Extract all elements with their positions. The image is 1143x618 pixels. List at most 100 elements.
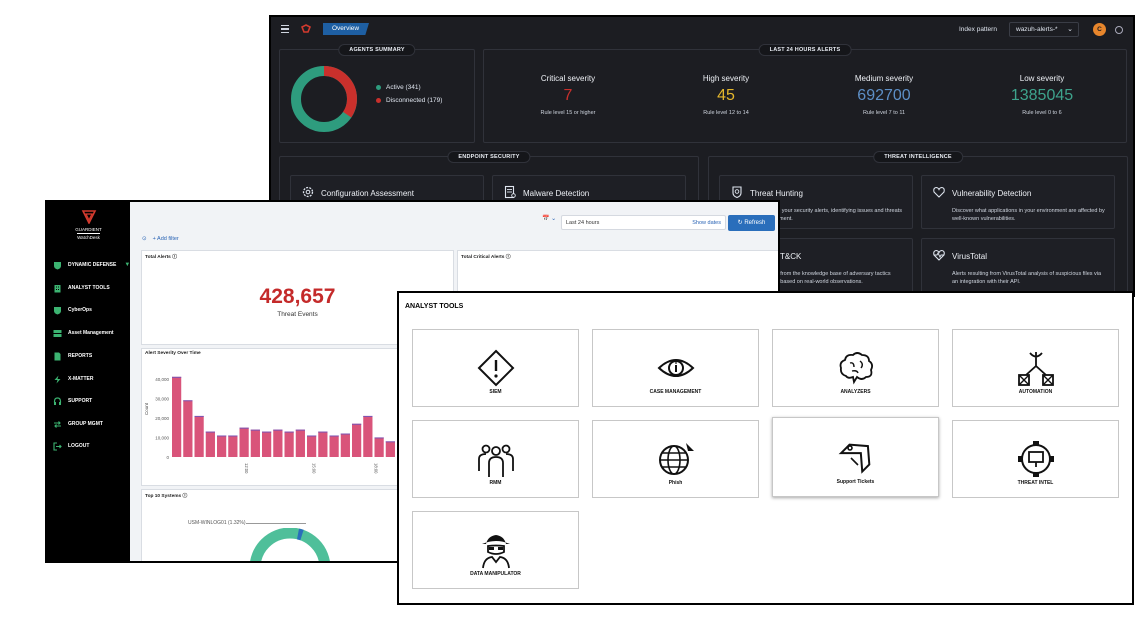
y-axis-label: Count	[144, 402, 149, 415]
legend-active-label: Active (341)	[386, 84, 421, 91]
y-tick-label: 0	[166, 455, 169, 460]
tab-overview[interactable]: Overview	[323, 23, 369, 35]
bar[interactable]	[205, 431, 215, 457]
sidebar-item-group-mgmt[interactable]: GROUP MGMT	[53, 418, 103, 430]
sidebar-item-x-matter[interactable]: X-MATTER	[53, 373, 93, 385]
low-label: Low severity	[1019, 74, 1065, 83]
server-icon	[53, 329, 62, 337]
bar-cap	[228, 435, 238, 437]
index-pattern-value: wazuh-alerts-*	[1016, 26, 1058, 33]
sidebar-item-analyst-tools[interactable]: ANALYST TOOLS	[53, 282, 110, 294]
refresh-button[interactable]: ↻ Refresh	[728, 215, 775, 231]
gear-icon	[302, 186, 314, 198]
sidebar-item-reports[interactable]: REPORTS	[53, 350, 92, 362]
guardient-logo-icon	[81, 210, 96, 224]
shield-search-icon	[732, 186, 742, 199]
bar-cap	[307, 435, 317, 437]
show-dates-link[interactable]: Show dates	[692, 220, 721, 226]
bar[interactable]	[329, 435, 339, 457]
low-severity[interactable]: Low severity 1385045 Rule level 0 to 6	[982, 74, 1102, 116]
bar[interactable]	[385, 441, 395, 457]
tool-siem[interactable]: SIEM	[412, 329, 579, 407]
bar[interactable]	[183, 400, 193, 457]
add-filter-label: + Add filter	[152, 236, 179, 242]
threat-hunting-desc-1: in your security alerts, identifying iss…	[776, 208, 902, 214]
bar-cap	[217, 435, 227, 437]
heart-shield-icon	[933, 186, 945, 198]
sidebar-item-label: CyberOps	[68, 307, 92, 313]
bar[interactable]	[374, 437, 384, 457]
tool-data-manipulator[interactable]: DATA MANIPULATOR	[412, 511, 579, 589]
tool-support-tickets[interactable]: Support Tickets	[772, 417, 939, 497]
add-filter-link[interactable]: ⊙ + Add filter	[142, 236, 179, 242]
tool-rmm[interactable]: RMM	[412, 420, 579, 498]
virustotal-card[interactable]: VirusTotal Alerts resulting from VirusTo…	[921, 238, 1115, 295]
virustotal-title: VirusTotal	[952, 252, 987, 261]
threat-intelligence-title: THREAT INTELLIGENCE	[873, 151, 963, 163]
vulnerability-detection-title: Vulnerability Detection	[952, 189, 1032, 198]
bar[interactable]	[352, 423, 362, 457]
bar[interactable]	[228, 435, 238, 457]
sidebar-item-support[interactable]: SUPPORT	[53, 395, 92, 407]
bar[interactable]	[273, 429, 283, 457]
endpoint-security-title: ENDPOINT SECURITY	[447, 151, 531, 163]
bar-cap	[329, 435, 339, 437]
sidebar-item-logout[interactable]: LOGOUT	[53, 440, 89, 452]
brain-icon	[839, 352, 873, 385]
bar[interactable]	[262, 431, 272, 457]
sidebar: GUARDIENT WatchDesk DYNAMIC DEFENSE ▼ ANA…	[47, 202, 130, 561]
time-range-picker[interactable]: Last 24 hours Show dates	[561, 215, 726, 230]
critical-severity[interactable]: Critical severity 7 Rule level 15 or hig…	[508, 74, 628, 116]
bar-cap	[250, 429, 260, 431]
sidebar-item-cyberops[interactable]: CyberOps	[53, 304, 92, 316]
tool-threat-intel[interactable]: THREAT INTEL	[952, 420, 1119, 498]
building-icon	[54, 284, 61, 292]
sidebar-item-label: Asset Management	[68, 330, 114, 336]
tool-case-management[interactable]: CASE MANAGEMENT	[592, 329, 759, 407]
high-severity[interactable]: High severity 45 Rule level 12 to 14	[666, 74, 786, 116]
bar[interactable]	[284, 431, 294, 457]
refresh-label: Refresh	[744, 220, 766, 226]
threat-hunting-title: Threat Hunting	[750, 189, 803, 198]
bar-cap	[183, 400, 193, 402]
tool-phish[interactable]: Phish	[592, 420, 759, 498]
bar[interactable]	[250, 429, 260, 457]
tool-analyzers[interactable]: ANALYZERS	[772, 329, 939, 407]
sidebar-item-asset-management[interactable]: Asset Management	[53, 327, 114, 339]
sidebar-item-dynamic-defense[interactable]: DYNAMIC DEFENSE ▼	[53, 259, 130, 271]
bar[interactable]	[318, 431, 328, 457]
tool-label: THREAT INTEL	[1017, 480, 1054, 486]
medium-severity[interactable]: Medium severity 692700 Rule level 7 to 1…	[824, 74, 944, 116]
bar[interactable]	[194, 415, 204, 457]
shield-icon	[54, 306, 61, 314]
menu-icon[interactable]	[281, 25, 289, 33]
bar-cap	[273, 429, 283, 431]
ticket-icon	[838, 443, 870, 474]
calendar-icon[interactable]: 📅 ⌄	[542, 215, 562, 229]
bar[interactable]	[172, 376, 182, 457]
alerts-title: LAST 24 HOURS ALERTS	[758, 44, 852, 56]
chevron-down-icon: ⌄	[1067, 26, 1073, 33]
brand-name: GUARDIENT	[75, 227, 102, 232]
total-critical-title: Total Critical Alerts ⓘ	[461, 255, 511, 260]
tool-automation[interactable]: AUTOMATION	[952, 329, 1119, 407]
time-range-value: Last 24 hours	[566, 220, 600, 226]
bar[interactable]	[340, 433, 350, 457]
index-pattern-select[interactable]: wazuh-alerts-* ⌄	[1009, 22, 1079, 37]
vulnerability-detection-card[interactable]: Vulnerability Detection Discover what ap…	[921, 175, 1115, 229]
analyst-tools-title: ANALYST TOOLS	[405, 303, 464, 310]
threat-hunting-desc: in your security alerts, identifying iss…	[776, 207, 904, 223]
help-icon[interactable]	[1115, 26, 1123, 34]
bar[interactable]	[239, 427, 249, 457]
medium-label: Medium severity	[854, 74, 914, 83]
bar[interactable]	[295, 429, 305, 457]
mitre-attack-desc-2: s based on real-world observations.	[776, 279, 863, 285]
headset-icon	[53, 396, 62, 405]
critical-rule: Rule level 15 or higher	[540, 110, 596, 116]
top-systems-title: Top 10 Systems ⓘ	[145, 494, 188, 499]
bar[interactable]	[363, 415, 373, 457]
sidebar-item-label: X-MATTER	[68, 376, 94, 382]
bar[interactable]	[217, 435, 227, 457]
bar[interactable]	[307, 435, 317, 457]
avatar[interactable]: C	[1093, 23, 1106, 36]
